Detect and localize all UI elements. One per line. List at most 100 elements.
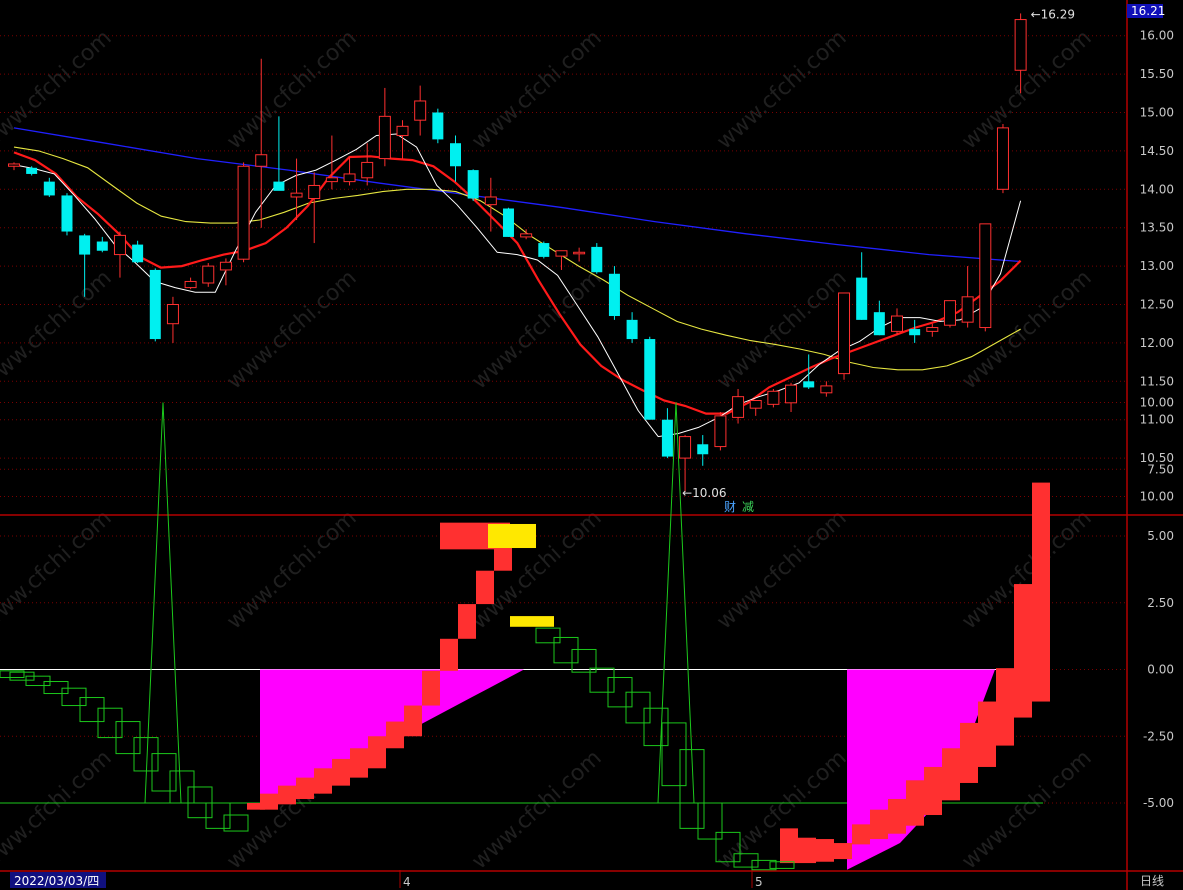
candle-body-up (202, 265, 215, 284)
candle-body-up (679, 436, 692, 459)
candle-body-up (1014, 19, 1027, 71)
candle-body-up (714, 415, 727, 448)
candle-body-up (767, 390, 780, 405)
candle-body-up (361, 161, 374, 179)
price-tick-label: 12.50 (1140, 298, 1174, 312)
candle-body-up (943, 300, 956, 326)
red-step-box (350, 748, 368, 778)
date-label: 2022/03/03/四 (14, 874, 99, 888)
candle-body-down (591, 246, 603, 273)
candle-body-up (219, 261, 232, 271)
red-step-box (476, 570, 494, 605)
price-tick-label: 13.00 (1140, 259, 1174, 273)
red-step-box (978, 701, 996, 767)
candle-body-down (432, 112, 444, 140)
month-label: 5 (755, 875, 763, 889)
candle-body-down (132, 244, 144, 263)
candle-body-up (237, 165, 250, 260)
candle-body-down (644, 339, 656, 420)
stock-chart: www.cfchi.com www.cfchi.com www.cfchi.com w… (0, 0, 1183, 890)
candle-body-up (573, 251, 586, 255)
candle-body-up (255, 154, 268, 167)
yellow-box (510, 616, 554, 627)
yellow-box (488, 523, 536, 549)
candle-body-up (184, 280, 197, 289)
month-label: 4 (403, 875, 411, 889)
candle-body-down (149, 269, 161, 340)
candle-body-up (8, 163, 20, 167)
red-step-box (924, 766, 942, 816)
candle-body-down (608, 273, 620, 317)
red-step-box (780, 828, 798, 864)
candle-body-up (396, 125, 409, 137)
red-step-box (422, 670, 440, 706)
price-tick-label: 16.00 (1140, 29, 1174, 43)
price-tick-label: 14.00 (1140, 182, 1174, 196)
low-annotation: ←10.06 (682, 486, 726, 500)
price-tick-label: 11.00 (1140, 413, 1174, 427)
candle-body-up (820, 385, 833, 394)
red-step-box (404, 705, 422, 737)
indicator-tick-label: -5.00 (1143, 796, 1174, 810)
candle-body-down (538, 243, 550, 257)
candle-body-up (749, 400, 762, 409)
period-label: 日线 (1140, 874, 1164, 888)
candle-body-down (450, 143, 461, 167)
candle-body-up (891, 315, 903, 332)
price-tick-label: 14.50 (1140, 144, 1174, 158)
red-step-box (260, 793, 278, 810)
candle-body-down (467, 170, 479, 199)
candle-body-down (873, 312, 885, 336)
candle-body-up (378, 115, 391, 160)
candle-body-up (343, 173, 356, 183)
price-tick-label: 11.50 (1140, 374, 1174, 388)
candle-body-down (626, 319, 638, 340)
red-step-box (906, 780, 924, 826)
red-step-box (852, 824, 870, 845)
candle-body-down (61, 195, 73, 232)
indicator-tick-label: 0.00 (1147, 663, 1174, 677)
high-annotation: ←16.29 (1031, 7, 1075, 21)
candle-body-up (166, 304, 179, 325)
red-step-box (1014, 584, 1032, 718)
red-step-box (870, 809, 888, 840)
indicator-tick-label: 2.50 (1147, 596, 1174, 610)
price-tick-label: 13.50 (1140, 221, 1174, 235)
candle-body-down (26, 167, 38, 174)
indicator-tick-label: 5.00 (1147, 529, 1174, 543)
candle-body-up (484, 196, 497, 206)
candle-body-down (43, 181, 55, 196)
red-step-box (278, 785, 296, 805)
candle-body-up (555, 250, 568, 257)
red-step-box (1032, 482, 1050, 702)
candle-body-down (661, 419, 673, 457)
red-step-box (960, 722, 978, 783)
candle-body-down (909, 329, 921, 336)
indicator-tick-label: 7.50 (1147, 462, 1174, 476)
red-step-box (816, 839, 834, 862)
red-step-box (798, 837, 816, 864)
price-tick-label: 15.50 (1140, 67, 1174, 81)
red-step-box (440, 638, 458, 671)
indicator-tick-label: -2.50 (1143, 729, 1174, 743)
candle-body-up (414, 100, 427, 121)
candle-body-up (308, 184, 321, 200)
red-step-box (386, 721, 404, 749)
price-tick-label: 15.00 (1140, 106, 1174, 120)
candle-body-down (803, 381, 815, 388)
candle-body-up (926, 327, 939, 332)
candle-body-up (290, 192, 303, 198)
candle-body-up (838, 292, 851, 375)
red-step-box (368, 736, 386, 769)
red-step-box (888, 798, 906, 834)
candle-body-down (502, 208, 514, 237)
red-step-box (296, 777, 314, 799)
red-step-box (458, 604, 476, 639)
event-marker: 减 (742, 500, 754, 514)
candle-body-up (785, 384, 798, 404)
price-tick-label: 10.00 (1140, 490, 1174, 504)
candle-body-down (697, 444, 709, 455)
red-step-box (314, 768, 332, 794)
red-step-box (996, 668, 1014, 746)
current-price-badge: 16.21 (1131, 4, 1165, 18)
